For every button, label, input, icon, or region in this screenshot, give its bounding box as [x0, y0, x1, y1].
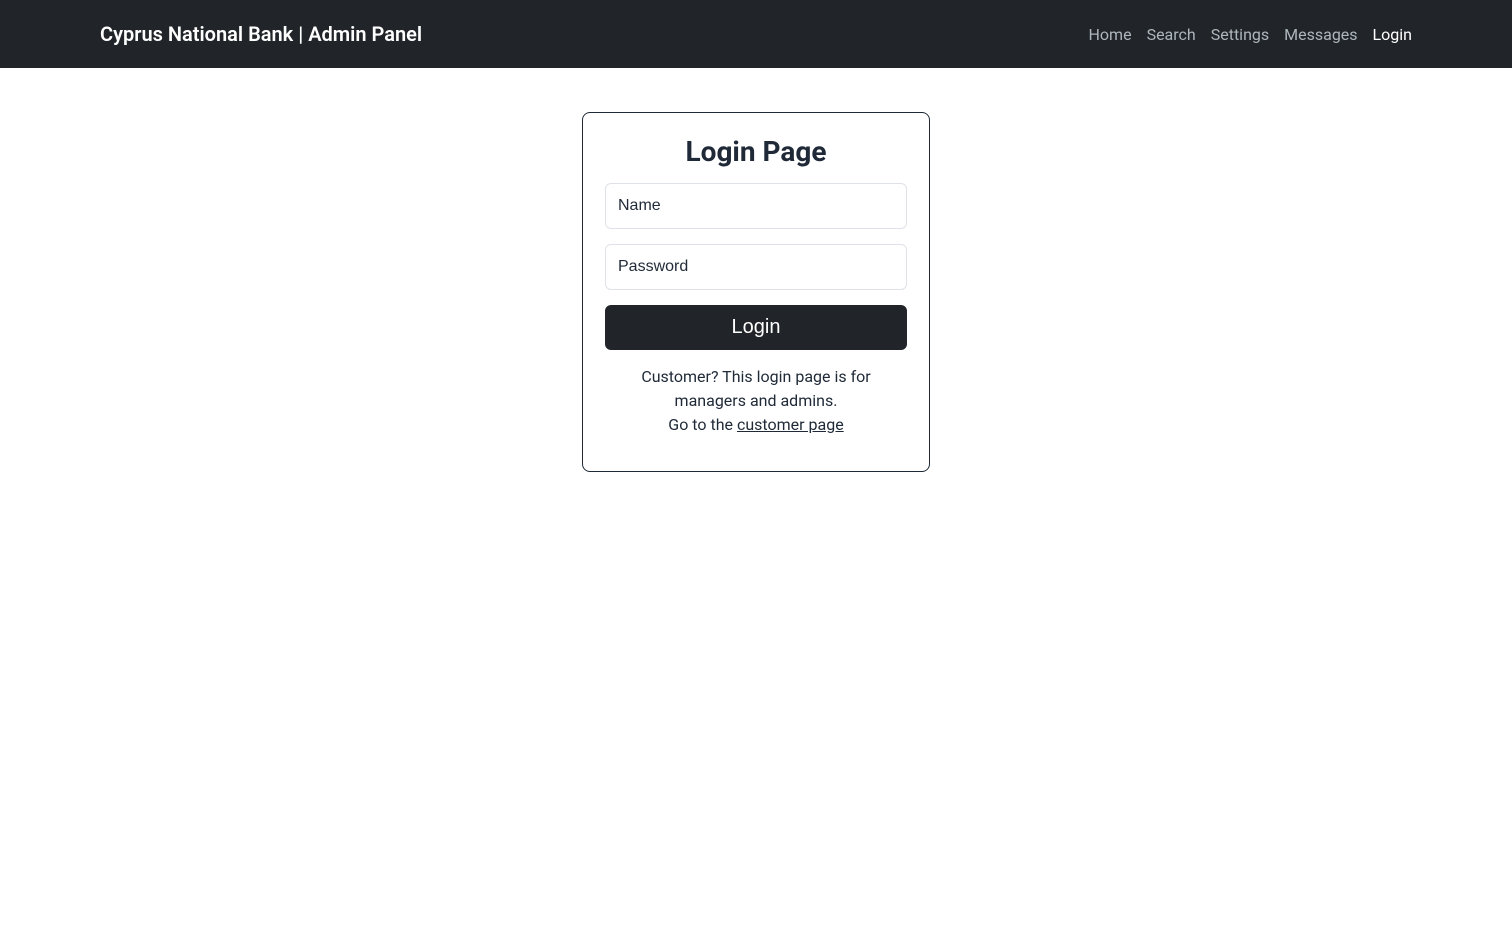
navbar-nav: Home Search Settings Messages Login: [1089, 25, 1413, 44]
info-text: Customer? This login page is for manager…: [605, 365, 907, 437]
nav-link-messages[interactable]: Messages: [1284, 25, 1357, 44]
login-card: Login Page Login Customer? This login pa…: [582, 112, 930, 472]
login-title: Login Page: [605, 135, 907, 168]
nav-link-login[interactable]: Login: [1373, 25, 1412, 44]
navbar-brand: Cyprus National Bank | Admin Panel: [100, 22, 422, 46]
login-button[interactable]: Login: [605, 305, 907, 350]
main-content: Login Page Login Customer? This login pa…: [0, 68, 1512, 472]
customer-page-link[interactable]: customer page: [737, 415, 844, 434]
password-input[interactable]: [605, 244, 907, 290]
nav-link-home[interactable]: Home: [1089, 25, 1132, 44]
info-line1: Customer? This login page is for manager…: [641, 367, 870, 410]
info-line2-prefix: Go to the: [668, 415, 737, 434]
name-input[interactable]: [605, 183, 907, 229]
nav-link-settings[interactable]: Settings: [1211, 25, 1269, 44]
nav-link-search[interactable]: Search: [1147, 25, 1196, 44]
navbar: Cyprus National Bank | Admin Panel Home …: [0, 0, 1512, 68]
